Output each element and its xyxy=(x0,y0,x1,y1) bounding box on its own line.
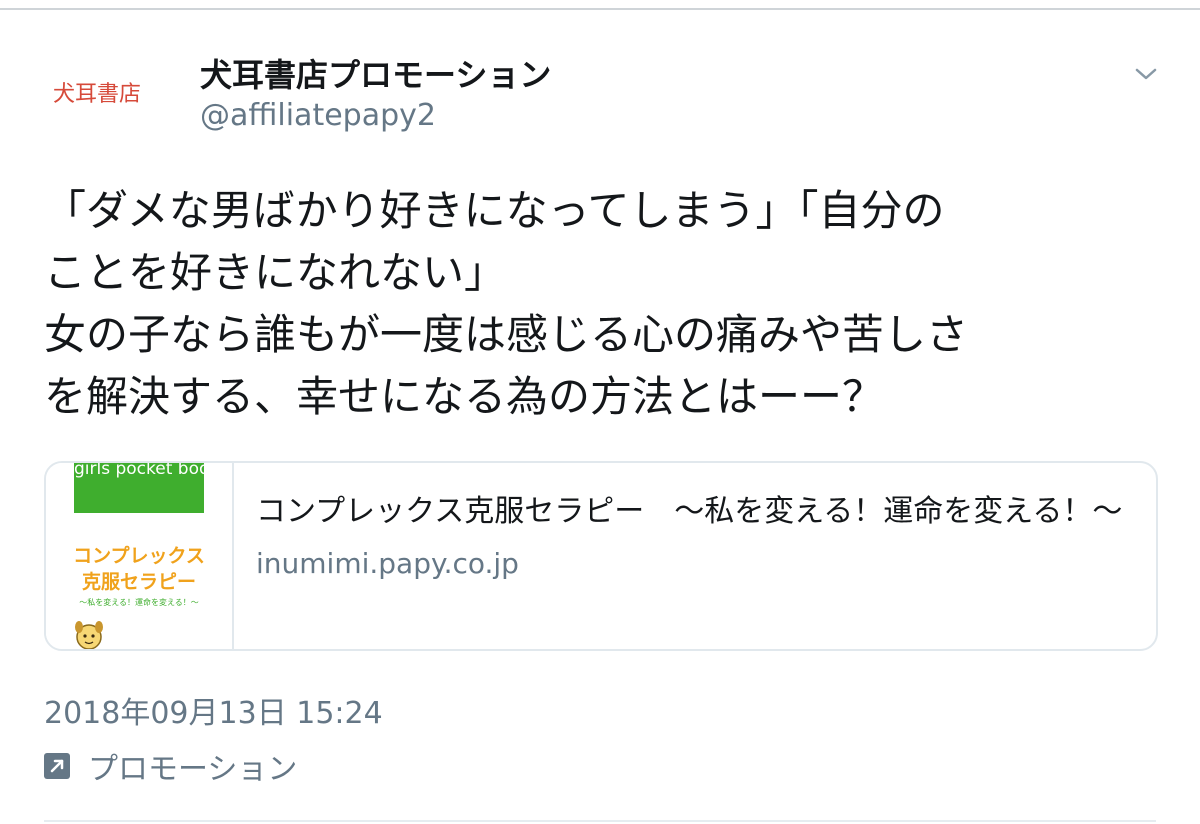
thumbnail-title-line1: コンプレックス xyxy=(73,545,205,567)
bottom-divider xyxy=(44,820,1156,822)
promoted-arrow-icon xyxy=(44,753,70,779)
tweet-text-line: ことを好きになれない」 xyxy=(44,248,507,297)
top-divider xyxy=(0,8,1200,10)
card-thumbnail[interactable]: girls pocket book コンプレックス 克服セラピー 〜私を変える！… xyxy=(46,463,234,649)
thumbnail-subtitle: 〜私を変える！運命を変える！〜 xyxy=(79,598,199,607)
thumbnail-title-line2: 克服セラピー xyxy=(81,571,196,593)
card-domain: inumimi.papy.co.jp xyxy=(256,547,519,580)
display-name[interactable]: 犬耳書店プロモーション xyxy=(200,50,551,96)
promoted-label: プロモーション xyxy=(88,752,298,787)
chevron-down-icon xyxy=(1135,68,1157,80)
thumbnail-banner-text: girls pocket book xyxy=(74,463,220,479)
avatar[interactable]: 犬耳書店 xyxy=(44,58,150,126)
tweet-text-line: を解決する、幸せになる為の方法とはーー？ xyxy=(44,372,885,421)
user-handle[interactable]: @affiliatepapy2 xyxy=(200,98,436,133)
tweet-menu-button[interactable] xyxy=(1130,60,1162,88)
tweet-text: 「ダメな男ばかり好きになってしまう」「自分の ことを好きになれない」 女の子なら… xyxy=(44,180,1164,428)
tweet-text-line: 女の子なら誰もが一度は感じる心の痛みや苦しさ xyxy=(44,310,969,359)
promoted-indicator[interactable]: プロモーション xyxy=(44,746,298,787)
card-body[interactable]: コンプレックス克服セラピー 〜私を変える！運命を変える！〜 inumimi.pa… xyxy=(256,489,1136,580)
tweet-timestamp[interactable]: 2018年09月13日 15:24 xyxy=(44,688,383,732)
card-title[interactable]: コンプレックス克服セラピー 〜私を変える！運命を変える！〜 xyxy=(256,489,1136,535)
link-card[interactable]: girls pocket book コンプレックス 克服セラピー 〜私を変える！… xyxy=(44,461,1158,651)
thumbnail-banner: girls pocket book xyxy=(74,463,220,513)
tweet-text-line: 「ダメな男ばかり好きになってしまう」「自分の xyxy=(44,186,945,235)
mascot-icon xyxy=(75,621,103,649)
